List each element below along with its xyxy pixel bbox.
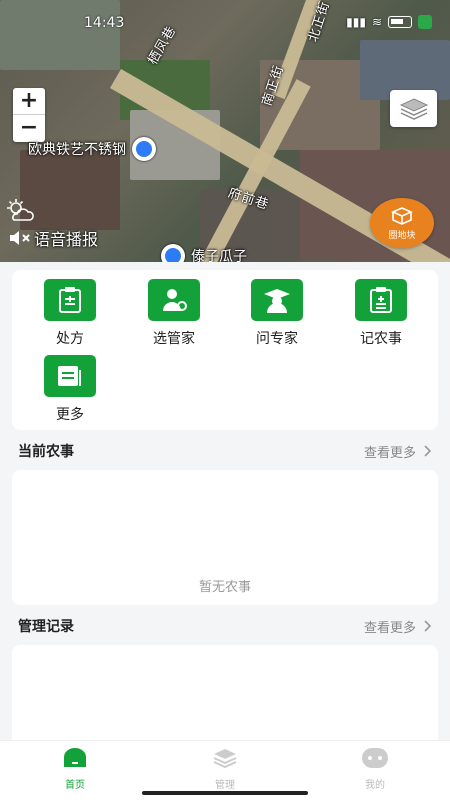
circle-plot-button[interactable]: 圈地块 <box>370 198 434 248</box>
voice-broadcast-toggle[interactable]: 语音播报 <box>8 226 98 250</box>
circle-plot-label: 圈地块 <box>388 230 416 241</box>
menu-item-manager[interactable]: 选管家 <box>134 279 214 348</box>
menu-item-prescription[interactable]: 处方 <box>30 279 110 348</box>
map-layers-button[interactable] <box>390 90 437 127</box>
wifi-icon: ≋ <box>371 15 382 29</box>
poi-name: 欧典铁艺不锈钢 <box>28 142 126 158</box>
chevron-right-icon <box>424 445 432 457</box>
empty-state-text: 暂无农事 <box>198 580 251 595</box>
nav-tab-manage[interactable]: 管理 <box>185 747 265 791</box>
status-icons: ▮▮▮ ≋ <box>346 15 432 29</box>
view-more-link[interactable]: 查看更多 <box>364 442 432 461</box>
layers-icon <box>399 97 428 120</box>
menu-item-more[interactable]: 更多 <box>30 355 110 424</box>
prescription-icon <box>44 279 96 321</box>
records-card <box>12 645 438 755</box>
quick-menu-card: 处方 选管家 问专家 记农事 更多 <box>12 270 438 430</box>
poi-marker[interactable]: 傣子瓜子 <box>161 244 247 262</box>
poi-name: 傣子瓜子 <box>191 249 247 262</box>
status-time: 14:43 <box>84 15 125 31</box>
home-indicator <box>142 791 308 795</box>
plot-grid-icon <box>391 206 413 225</box>
menu-item-expert[interactable]: 问专家 <box>237 279 317 348</box>
zoom-in-button[interactable]: + <box>13 88 45 115</box>
menu-item-label: 选管家 <box>153 331 195 347</box>
records-header: 管理记录 查看更多 <box>18 614 432 638</box>
expert-icon <box>251 279 303 321</box>
menu-item-label: 处方 <box>56 331 84 347</box>
section-title: 管理记录 <box>18 619 74 635</box>
view-more-link[interactable]: 查看更多 <box>364 617 432 636</box>
nav-tab-home[interactable]: 首页 <box>35 747 115 791</box>
home-icon <box>64 748 86 767</box>
chevron-right-icon <box>424 620 432 632</box>
current-farming-header: 当前农事 查看更多 <box>18 439 432 463</box>
menu-item-label: 记农事 <box>360 331 402 347</box>
nav-tab-label: 管理 <box>215 780 235 791</box>
poi-marker[interactable]: 欧典铁艺不锈钢 <box>28 137 156 161</box>
battery-icon <box>388 16 412 28</box>
status-bar: 14:43 ▮▮▮ ≋ <box>0 0 450 44</box>
menu-item-label: 更多 <box>56 407 84 423</box>
profile-icon <box>362 748 388 768</box>
poi-pin-icon <box>132 137 156 161</box>
menu-item-record[interactable]: 记农事 <box>341 279 421 348</box>
notification-icon <box>418 15 432 29</box>
weather-icon[interactable] <box>6 198 36 228</box>
satellite-map[interactable]: 北正街 南正街 府前巷 栖凤巷 14:43 ▮▮▮ ≋ + − 欧典铁艺不锈钢 … <box>0 0 450 262</box>
manager-icon <box>148 279 200 321</box>
section-title: 当前农事 <box>18 444 74 460</box>
layers-icon <box>213 749 237 769</box>
nav-tab-label: 我的 <box>365 780 385 791</box>
menu-item-label: 问专家 <box>256 331 298 347</box>
current-farming-card: 暂无农事 <box>12 470 438 605</box>
nav-tab-mine[interactable]: 我的 <box>335 747 415 791</box>
voice-broadcast-label: 语音播报 <box>34 230 99 249</box>
more-icon <box>44 355 96 397</box>
record-icon <box>355 279 407 321</box>
poi-pin-icon <box>161 244 185 262</box>
speaker-muted-icon <box>10 231 30 245</box>
zoom-control: + − <box>13 88 45 142</box>
view-more-label: 查看更多 <box>363 620 416 636</box>
signal-icon: ▮▮▮ <box>346 15 366 29</box>
nav-tab-label: 首页 <box>65 780 85 791</box>
view-more-label: 查看更多 <box>363 445 416 461</box>
